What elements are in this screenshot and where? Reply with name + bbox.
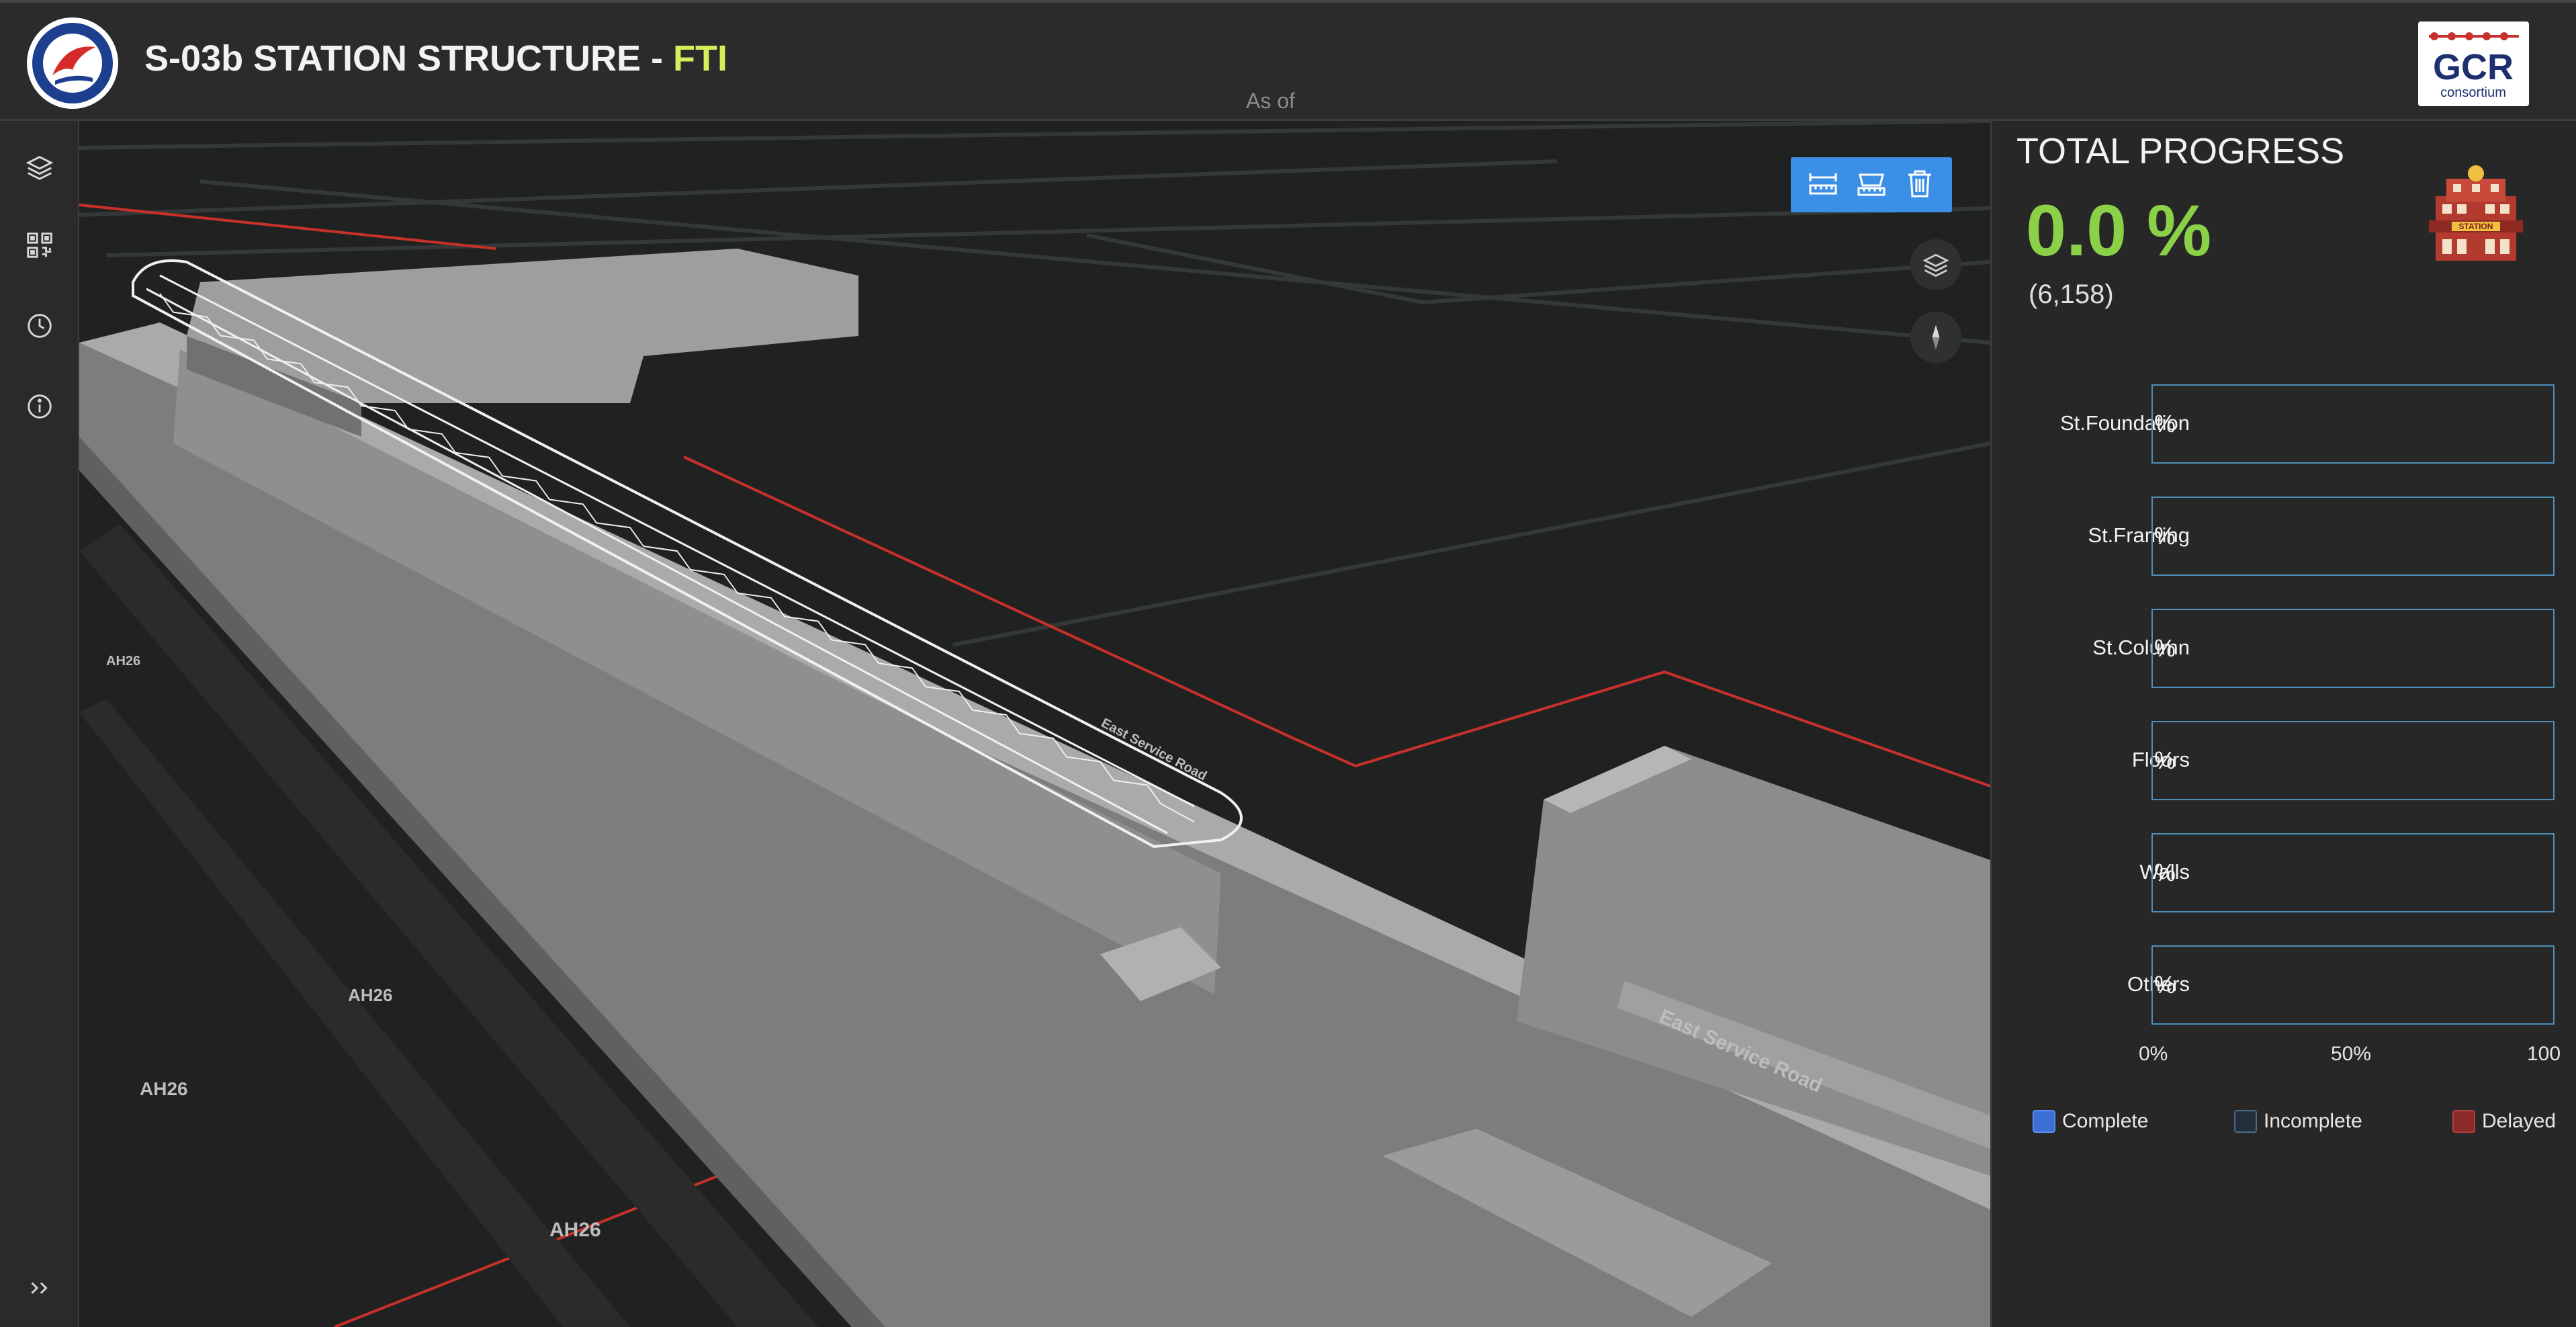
- layer-list-button[interactable]: [1910, 239, 1961, 290]
- progress-row-walls: Walls %: [1992, 833, 2576, 912]
- measure-toolbar: [1791, 157, 1952, 212]
- measure-distance-button[interactable]: [1805, 165, 1841, 205]
- total-progress-value: 0.0 %: [2026, 189, 2212, 271]
- row-value: %: [2154, 634, 2176, 662]
- measure-area-button[interactable]: [1853, 165, 1890, 205]
- compass-icon: [1932, 325, 1940, 350]
- measure-area-icon: [1857, 173, 1885, 196]
- qr-grid-icon: [27, 232, 52, 258]
- row-value: %: [2154, 522, 2176, 550]
- dotr-seal-logo: [27, 17, 118, 109]
- road-label: AH26: [549, 1219, 601, 1241]
- qr-grid-button[interactable]: [23, 228, 56, 262]
- time-slider-button[interactable]: [23, 309, 56, 343]
- double-chevron-right-icon: [31, 1282, 48, 1294]
- layers-button[interactable]: [23, 151, 56, 184]
- page-title: S-03b STATION STRUCTURE - FTI: [144, 38, 727, 79]
- measure-distance-icon: [1809, 173, 1837, 194]
- legend-label: Delayed: [2482, 1110, 2557, 1132]
- legend-swatch: [2234, 1110, 2257, 1133]
- axis-tick-0: 0%: [2139, 1043, 2168, 1065]
- progress-bar[interactable]: %: [2151, 721, 2555, 800]
- legend-complete[interactable]: Complete: [2033, 1110, 2148, 1133]
- station-building-icon: STATION: [2429, 165, 2523, 261]
- svg-text:consortium: consortium: [2440, 85, 2506, 100]
- legend-label: Incomplete: [2264, 1110, 2362, 1132]
- layers-icon: [26, 156, 54, 180]
- progress-bar[interactable]: %: [2151, 384, 2555, 464]
- progress-panel: TOTAL PROGRESS 0.0 % (6,158) STATION St.…: [1990, 121, 2576, 1327]
- info-icon: [28, 394, 52, 419]
- svg-text:GCR: GCR: [2433, 47, 2514, 87]
- progress-row-foundation: St.Foundation %: [1992, 384, 2576, 464]
- progress-row-framing: St.Framing %: [1992, 497, 2576, 576]
- panel-title: TOTAL PROGRESS: [2016, 131, 2345, 171]
- legend-swatch: [2033, 1110, 2055, 1133]
- gcr-consortium-logo: GCR consortium: [2418, 22, 2529, 106]
- compass-button[interactable]: [1910, 312, 1961, 363]
- progress-row-others: Others %: [1992, 945, 2576, 1025]
- clock-icon: [28, 314, 52, 338]
- as-of-label: As of: [1246, 89, 1295, 113]
- progress-bar[interactable]: %: [2151, 945, 2555, 1025]
- trash-icon: [1908, 170, 1931, 197]
- info-button[interactable]: [23, 390, 56, 423]
- legend-incomplete[interactable]: Incomplete: [2234, 1110, 2362, 1133]
- legend-delayed[interactable]: Delayed: [2452, 1110, 2556, 1133]
- progress-row-floors: Floors %: [1992, 721, 2576, 800]
- legend-swatch: [2452, 1110, 2475, 1133]
- progress-bar[interactable]: %: [2151, 609, 2555, 688]
- progress-row-column: St.Column %: [1992, 609, 2576, 688]
- title-main: S-03b STATION STRUCTURE -: [144, 38, 674, 79]
- title-accent: FTI: [673, 38, 727, 79]
- axis-tick-50: 50%: [2331, 1043, 2372, 1065]
- expand-rail-button[interactable]: [23, 1271, 56, 1305]
- row-value: %: [2154, 746, 2176, 774]
- legend-label: Complete: [2062, 1110, 2149, 1132]
- layers-icon: [1922, 253, 1949, 277]
- scene-view-3d[interactable]: AH26 AH26 AH26 AH26 East Service Road Ea…: [79, 121, 1990, 1327]
- road-label: AH26: [140, 1078, 188, 1099]
- progress-bar[interactable]: %: [2151, 497, 2555, 576]
- row-value: %: [2154, 410, 2176, 437]
- scene-canvas[interactable]: AH26 AH26 AH26 AH26 East Service Road Ea…: [79, 121, 1990, 1327]
- road-label: AH26: [106, 654, 140, 669]
- left-toolbar: [0, 121, 79, 1327]
- row-value: %: [2154, 971, 2176, 998]
- clear-measurement-button[interactable]: [1902, 165, 1938, 205]
- progress-bar[interactable]: %: [2151, 833, 2555, 912]
- svg-text:STATION: STATION: [2459, 222, 2493, 231]
- road-label: AH26: [348, 985, 392, 1005]
- total-count: (6,158): [2029, 280, 2114, 309]
- app-header: S-03b STATION STRUCTURE - FTI As of GCR …: [0, 0, 2576, 121]
- row-value: %: [2154, 859, 2176, 886]
- axis-tick-100: 100: [2527, 1043, 2561, 1065]
